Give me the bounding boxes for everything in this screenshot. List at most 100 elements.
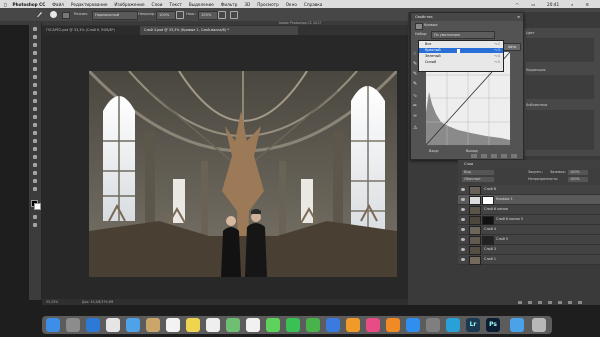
layer-row[interactable]: Слой 4 xyxy=(458,225,600,235)
messages-icon[interactable] xyxy=(266,318,280,332)
calendar-icon[interactable] xyxy=(166,318,180,332)
numbers-icon[interactable] xyxy=(306,318,320,332)
panel-menu-icon[interactable]: ≡ xyxy=(517,13,520,21)
app-menu[interactable]: Photoshop CC xyxy=(13,2,46,7)
photos-icon[interactable] xyxy=(246,318,260,332)
lightroom-icon[interactable]: Lr xyxy=(466,318,480,332)
panel-library-area[interactable] xyxy=(526,110,594,150)
fill-field[interactable]: 100% xyxy=(568,170,588,175)
eye-icon[interactable] xyxy=(461,248,465,251)
trash-icon[interactable] xyxy=(578,301,582,304)
system-preferences-icon[interactable] xyxy=(426,318,440,332)
quick-mask-icon[interactable] xyxy=(31,214,39,220)
marquee-tool-icon[interactable] xyxy=(31,34,39,40)
channel-option-all[interactable]: Все ⌥2 xyxy=(419,42,503,47)
layer-row[interactable]: Кривые 1 xyxy=(458,195,600,205)
layers-tab[interactable]: Слои xyxy=(464,160,473,169)
clip-to-layer-icon[interactable] xyxy=(471,154,477,158)
path-select-tool-icon[interactable] xyxy=(31,154,39,160)
contacts-icon[interactable] xyxy=(146,318,160,332)
facetime-icon[interactable] xyxy=(286,318,300,332)
brush-panel-icon[interactable] xyxy=(62,12,70,19)
sample-gray-eyedropper-icon[interactable]: ✎ xyxy=(413,71,421,78)
eye-icon[interactable] xyxy=(461,218,465,221)
menu-type[interactable]: Текст xyxy=(169,2,181,7)
layer-row[interactable]: Слой 8 xyxy=(458,185,600,195)
new-adjustment-icon[interactable] xyxy=(548,301,552,304)
layer-mask-thumbnail[interactable] xyxy=(482,216,494,225)
visibility-icon[interactable] xyxy=(501,154,507,158)
menu-select[interactable]: Выделение xyxy=(189,2,214,7)
clone-stamp-tool-icon[interactable] xyxy=(31,90,39,96)
type-tool-icon[interactable] xyxy=(31,146,39,152)
channel-option-green[interactable]: Зеленый ⌥4 xyxy=(419,54,503,59)
mail-icon[interactable] xyxy=(126,318,140,332)
blend-mode-select[interactable]: Обычные xyxy=(462,177,494,182)
eyedropper-tool-icon[interactable] xyxy=(31,66,39,72)
brush-size-icon[interactable] xyxy=(50,11,57,18)
shape-tool-icon[interactable] xyxy=(31,162,39,168)
healing-tool-icon[interactable] xyxy=(31,74,39,80)
keynote-icon[interactable] xyxy=(326,318,340,332)
panel-adjustments-tab[interactable]: Коррекция xyxy=(526,68,545,72)
screen-mode-icon[interactable] xyxy=(31,222,39,228)
menu-3d[interactable]: 3D xyxy=(244,2,250,7)
blur-tool-icon[interactable] xyxy=(31,122,39,128)
lasso-tool-icon[interactable] xyxy=(31,42,39,48)
new-layer-icon[interactable] xyxy=(568,301,572,304)
layer-mask-thumbnail[interactable] xyxy=(482,196,494,205)
mode-select[interactable]: Нормальный xyxy=(92,11,138,20)
eye-icon[interactable] xyxy=(461,208,465,211)
brush-tool-icon[interactable] xyxy=(36,11,43,18)
brush-tool-icon[interactable] xyxy=(31,82,39,88)
menu-view[interactable]: Просмотр xyxy=(257,2,279,7)
menu-filter[interactable]: Фильтр xyxy=(221,2,238,7)
layer-row[interactable]: Слой 1 xyxy=(458,255,600,265)
layer-row[interactable]: Слой 3 xyxy=(458,245,600,255)
finder-icon[interactable] xyxy=(46,318,60,332)
menu-image[interactable]: Изображение xyxy=(114,2,144,7)
background-color-swatch[interactable] xyxy=(34,203,41,210)
pressure-size-icon[interactable] xyxy=(230,11,238,19)
link-layers-icon[interactable] xyxy=(518,301,522,304)
more-tools-icon[interactable] xyxy=(31,186,39,192)
layer-row[interactable]: Слой 6 копия xyxy=(458,205,600,215)
reset-icon[interactable] xyxy=(491,154,497,158)
channel-option-red[interactable]: Красный ⌥3 xyxy=(419,48,503,53)
eye-icon[interactable] xyxy=(461,228,465,231)
smooth-curve-icon[interactable]: ≈ xyxy=(413,113,421,120)
battery-icon[interactable]: ▭ xyxy=(531,2,535,7)
downloads-icon[interactable] xyxy=(510,318,524,332)
preset-select[interactable]: По умолчанию xyxy=(431,31,495,39)
launchpad-icon[interactable] xyxy=(66,318,80,332)
add-mask-icon[interactable] xyxy=(538,301,542,304)
new-group-icon[interactable] xyxy=(558,301,562,304)
quick-select-tool-icon[interactable] xyxy=(31,50,39,56)
chrome-icon[interactable] xyxy=(106,318,120,332)
clock[interactable]: 20:41 xyxy=(547,2,559,7)
ibooks-icon[interactable] xyxy=(386,318,400,332)
hand-tool-icon[interactable] xyxy=(31,170,39,176)
gradient-tool-icon[interactable] xyxy=(31,114,39,120)
zoom-tool-icon[interactable] xyxy=(31,178,39,184)
menu-window[interactable]: Окно xyxy=(286,2,297,7)
layer-mask-thumbnail[interactable] xyxy=(482,236,494,245)
layer-row[interactable]: Слой 5 xyxy=(458,235,600,245)
flow-field[interactable]: 100% xyxy=(198,11,218,20)
telegram-icon[interactable] xyxy=(446,318,460,332)
eraser-tool-icon[interactable] xyxy=(31,106,39,112)
menu-help[interactable]: Справка xyxy=(304,2,322,7)
zoom-level[interactable]: 33,33% xyxy=(46,299,58,305)
app-store-icon[interactable] xyxy=(406,318,420,332)
notes-icon[interactable] xyxy=(186,318,200,332)
reminders-icon[interactable] xyxy=(206,318,220,332)
photoshop-icon[interactable]: Ps xyxy=(486,318,500,332)
trash-dock-icon[interactable] xyxy=(532,318,546,332)
delete-icon[interactable] xyxy=(511,154,517,158)
channel-dropdown[interactable]: Все ⌥2 Красный ⌥3 Зеленый ⌥4 Синий ⌥5 xyxy=(418,40,504,72)
auto-button[interactable]: Авто xyxy=(503,43,521,51)
opacity-field[interactable]: 100% xyxy=(156,11,176,20)
pressure-opacity-icon[interactable] xyxy=(176,11,184,19)
search-icon[interactable]: ⌕ xyxy=(571,2,573,7)
sample-white-eyedropper-icon[interactable]: ✎ xyxy=(413,81,421,88)
